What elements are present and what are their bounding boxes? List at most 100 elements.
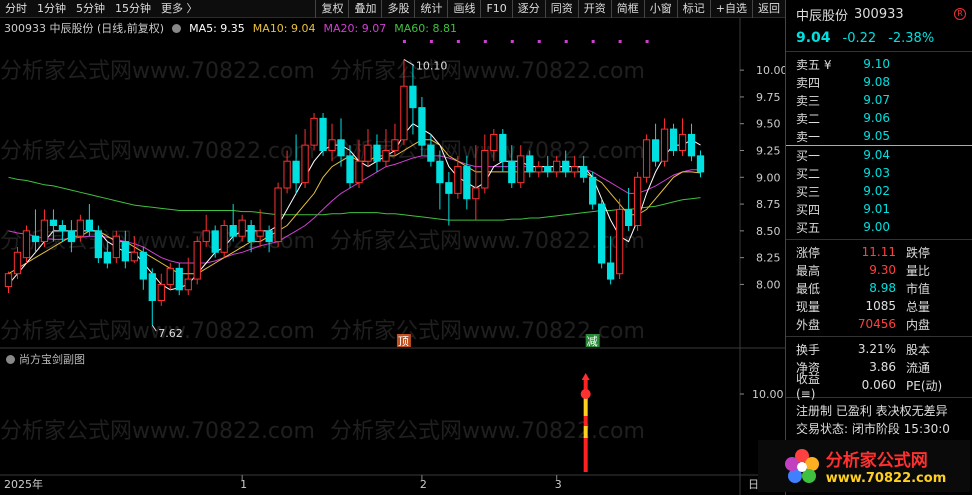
candle-up [553,160,561,173]
ask-row[interactable]: 卖四 9.08 [786,73,972,91]
r-badge-icon[interactable]: R [954,8,966,20]
stat-value: 1085 [865,299,896,313]
ask-price: 9.05 [863,129,890,143]
add-watchlist-button[interactable]: +自选 [709,0,752,18]
ask-row[interactable]: 卖一 9.05 [786,127,972,145]
candle-down [211,230,219,253]
back-button[interactable]: 返回 [752,0,785,18]
top-marker-text: 顶 [398,335,409,348]
y-tick-label: 9.50 [756,118,781,131]
tongzi-button[interactable]: 同资 [544,0,578,18]
candle-up [633,176,642,227]
sub-settings-icon[interactable] [6,354,15,364]
stat-label-2: 内盘 [906,317,931,332]
high-label: 10.10 [416,59,448,72]
tab-5min[interactable]: 5分钟 [71,0,110,18]
candle-down [562,160,570,173]
bid-row[interactable]: 买三 9.02 [786,182,972,200]
candle-up [274,187,282,243]
stat-label-2: 量比 [906,263,931,278]
candle-up [615,208,624,275]
candle-down [624,208,633,227]
ask-price: 9.07 [863,93,890,107]
x-tick-label: 3 [555,478,562,491]
bid-row[interactable]: 买四 9.01 [786,200,972,218]
mark-button[interactable]: 标记 [676,0,710,18]
price-change: -0.22 [842,30,877,46]
stock-name: 中辰股份 [796,8,849,24]
bid-row[interactable]: 买二 9.03 [786,164,972,182]
kaizi-button[interactable]: 开资 [577,0,611,18]
signal-dot [510,40,514,43]
ask-row[interactable]: 卖二 9.06 [786,109,972,127]
bid-price: 9.00 [863,220,890,234]
candle-up [328,139,336,151]
sword-ball [580,389,591,399]
bid-price: 9.02 [863,184,890,198]
candle-up [22,230,31,259]
price-row: 9.04 -0.22 -2.38% [786,28,972,48]
candle-down [85,219,94,232]
y-tick-label: 8.00 [756,278,781,291]
candle-down [265,230,273,243]
watermark-text: 分析家公式网www.70822.com [0,419,315,444]
watermark-text: 分析家公式网www.70822.com [0,139,315,164]
stat-value: 0.060 [861,378,896,392]
signal-dot [483,40,487,43]
candle-down [589,176,597,205]
kline-chart[interactable]: 分析家公式网www.70822.com 分析家公式网www.70822.com 分析… [0,18,785,495]
bid-row[interactable]: 买一 9.04 [786,146,972,164]
bid-label: 买四 [796,202,821,217]
signal-dot [537,40,541,43]
candle-up [517,155,525,184]
stat-label: 最高 [796,263,821,278]
candle-down [121,241,129,262]
small-window-button[interactable]: 小窗 [643,0,677,18]
fuquan-button[interactable]: 复权 [315,0,348,18]
draw-line-button[interactable]: 画线 [447,0,480,18]
candle-up [535,166,543,173]
stats-button[interactable]: 统计 [414,0,447,18]
stat-label: 现量 [796,299,821,314]
tab-fenshi[interactable]: 分时 [0,0,32,18]
x-tick-label: 1 [240,478,247,491]
candle-down [544,166,552,173]
overlay-button[interactable]: 叠加 [348,0,381,18]
candle-up [490,133,498,152]
trade-status: 交易状态: 闭市阶段 15:30:0 [796,421,950,436]
candle-up [4,273,13,288]
candle-up [40,219,49,243]
ask-row[interactable]: 卖五 ¥ 9.10 [786,55,972,73]
candle-down [651,139,660,162]
multi-stock-button[interactable]: 多股 [381,0,414,18]
bid-price: 9.01 [863,202,890,216]
candle-up [642,139,651,178]
stat-label-2: 股本 [906,342,931,357]
y-tick-label: 9.75 [756,91,781,104]
stat-label-2: 市值 [906,281,931,296]
bid-label: 买五 [796,220,821,235]
y-tick-label: 9.00 [756,171,781,184]
period-tabs: 分时 1分钟 5分钟 15分钟 更多 〉 [0,0,203,18]
y-tick-label: 8.25 [756,252,781,265]
stat-value: 9.30 [869,263,896,277]
bid-row[interactable]: 买五 9.00 [786,218,972,236]
tab-more[interactable]: 更多 〉 [156,0,203,18]
stat-row: 外盘 70456 内盘 [786,315,972,333]
ask-price: 9.08 [863,75,890,89]
candle-up [130,251,138,262]
stats-block-1: 涨停 11.11 跌停 最高 9.30 量比 最低 8.98 市值 现量 1085 总量 外盘 70456… [786,243,972,333]
candle-down [94,230,103,259]
by-minute-button[interactable]: 逐分 [511,0,545,18]
candle-down [445,182,453,194]
tab-1min[interactable]: 1分钟 [32,0,71,18]
candle-down [103,251,111,264]
stat-label: 最低 [796,281,821,296]
brand-url: www.70822.com [825,471,947,486]
candle-up [166,267,174,285]
simple-frame-button[interactable]: 简框 [610,0,644,18]
tab-15min[interactable]: 15分钟 [110,0,156,18]
stat-label: 外盘 [796,317,821,332]
ask-row[interactable]: 卖三 9.07 [786,91,972,109]
f10-button[interactable]: F10 [480,0,511,18]
